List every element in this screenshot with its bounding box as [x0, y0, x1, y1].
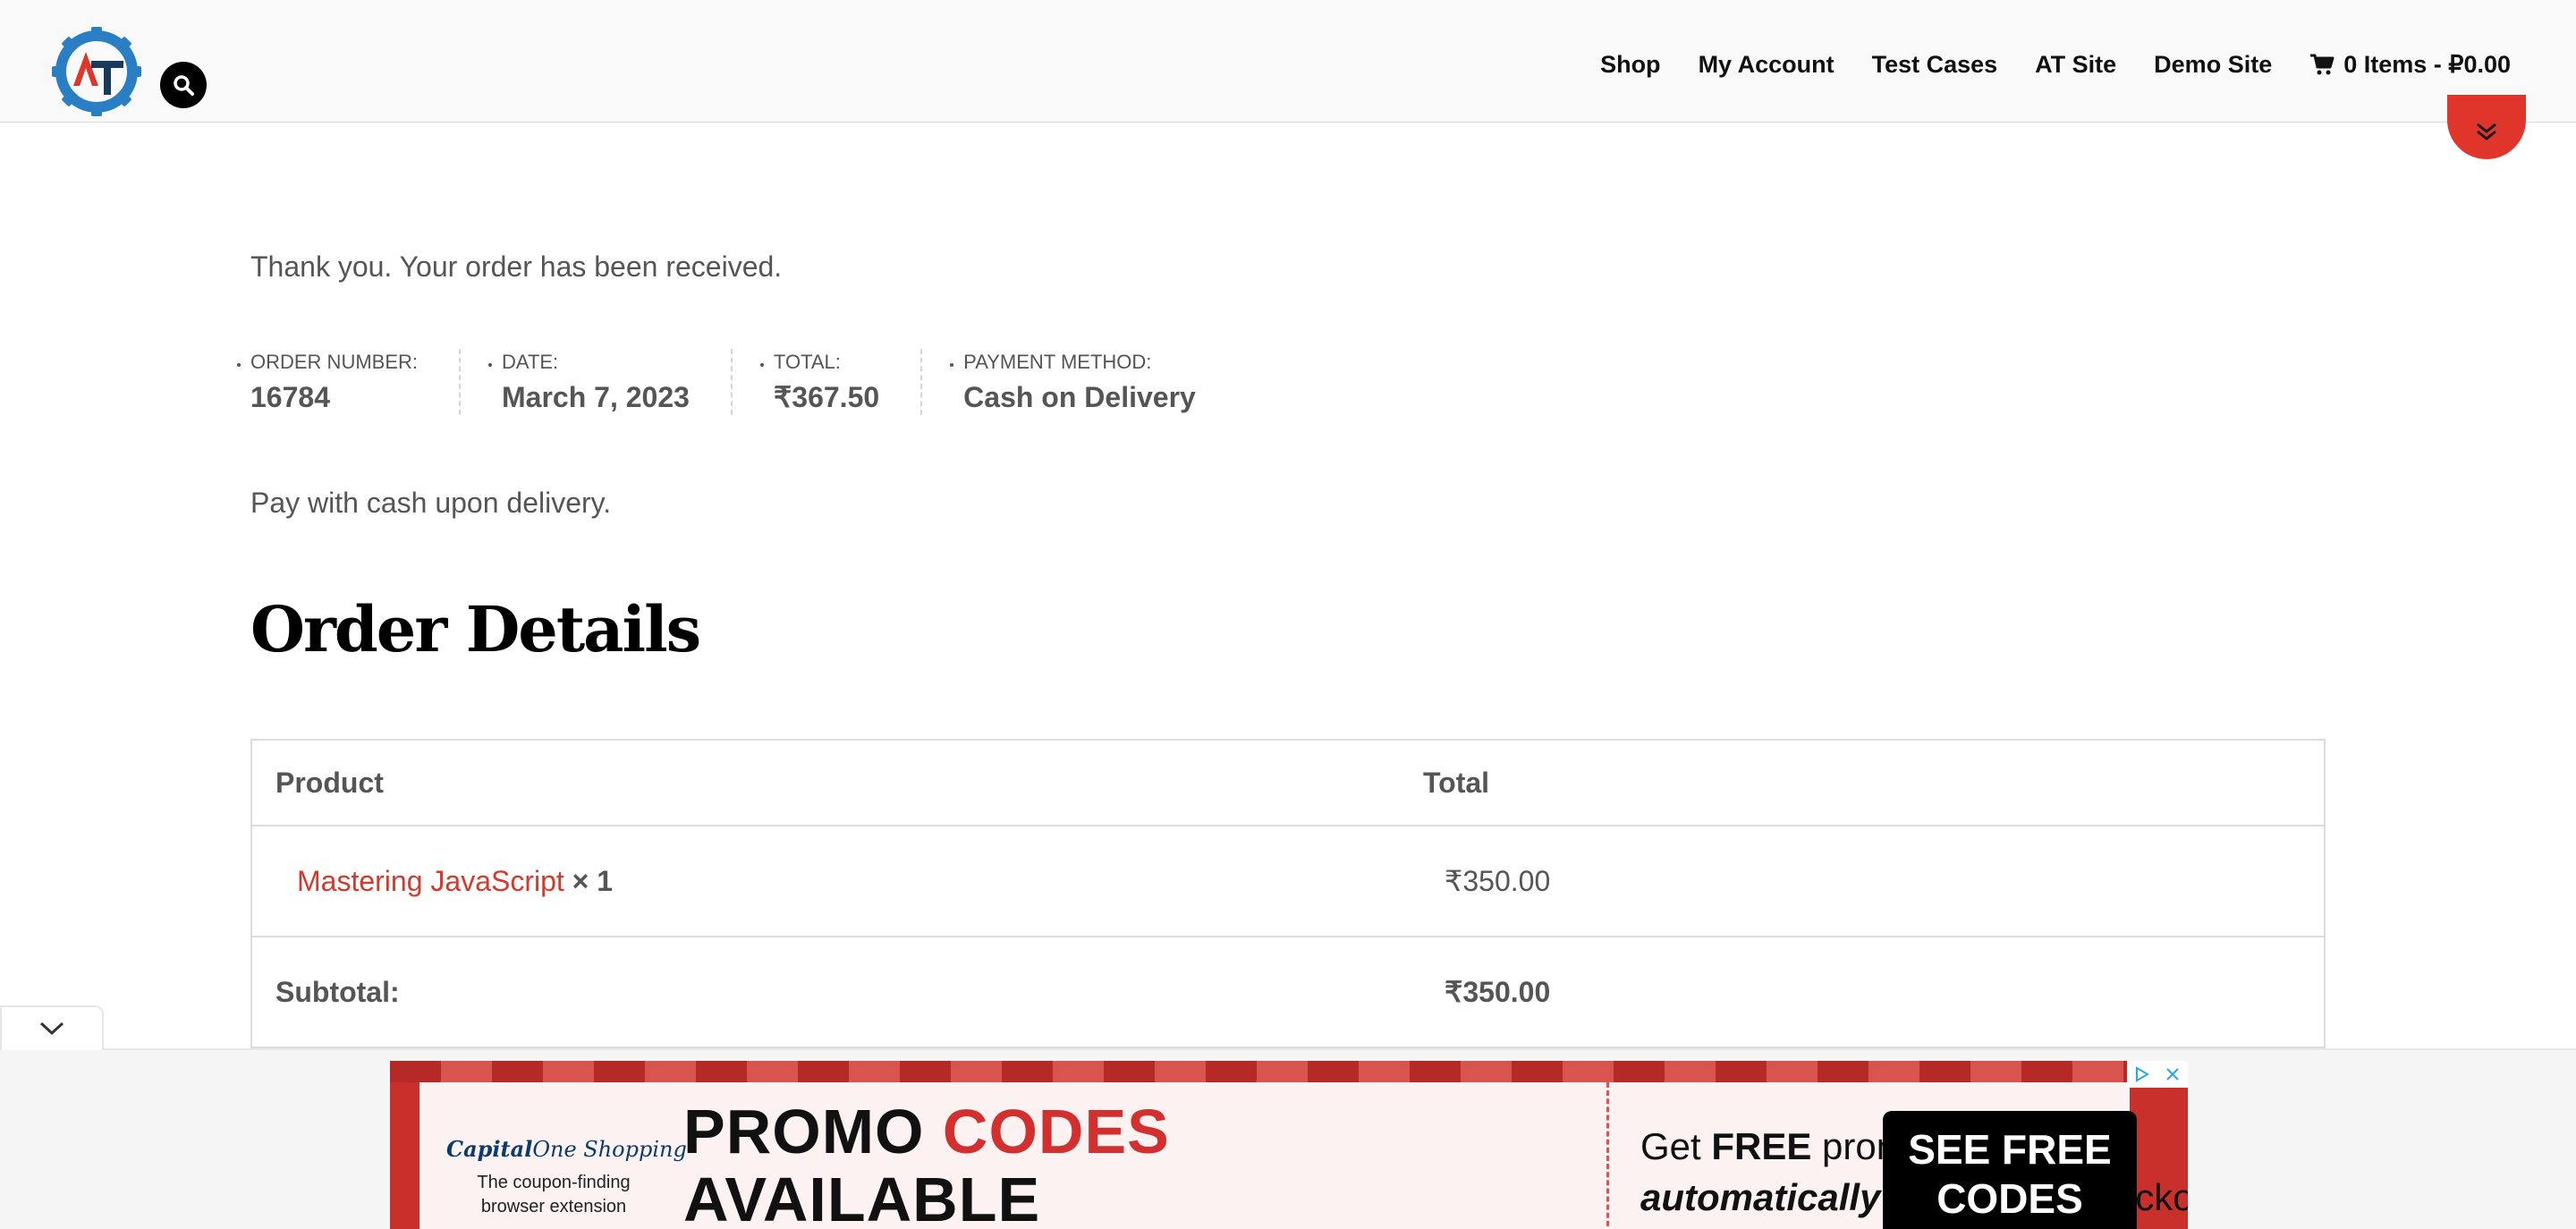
column-header-product: Product — [275, 766, 384, 799]
payment-note: Pay with cash upon delivery. — [250, 487, 612, 519]
overview-label: Order number: — [250, 351, 419, 373]
ad-brand-logo: CapitalOne Shopping The coupon-finding b… — [446, 1136, 687, 1219]
overview-value: Cash on Delivery — [963, 381, 1196, 413]
column-header-total: Total — [1423, 766, 1490, 799]
ad-collapse-button[interactable] — [0, 1005, 104, 1050]
nav-cart[interactable]: 0 Items - ₽0.00 — [2309, 51, 2511, 79]
table-header-row: Product Total — [251, 740, 2325, 826]
overview-order-number: Order number: 16784 — [250, 349, 462, 415]
chevron-down-icon — [39, 1021, 64, 1036]
chevron-double-down-icon — [2477, 123, 2496, 140]
overview-date: Date: March 7, 2023 — [502, 349, 733, 415]
ad-brand-name: CapitalOne Shopping — [446, 1136, 687, 1162]
order-overview: Order number: 16784 Date: March 7, 2023 … — [250, 349, 1278, 415]
ad-cta-button[interactable]: SEE FREE CODES — [1883, 1111, 2137, 1229]
search-button[interactable] — [160, 62, 207, 108]
overview-payment-method: Payment method: Cash on Delivery — [963, 349, 1237, 415]
product-link[interactable]: Mastering JavaScript — [297, 865, 564, 897]
product-quantity: × 1 — [572, 864, 614, 897]
overview-value: ₹367.50 — [773, 381, 880, 413]
overview-label: Total: — [773, 351, 841, 373]
product-cell: Mastering JavaScript × 1 — [251, 825, 1400, 937]
header-toggle-button[interactable] — [2447, 95, 2526, 159]
order-details-title: Order Details — [250, 592, 701, 666]
adchoices-icon — [2136, 1066, 2149, 1082]
overview-value: March 7, 2023 — [502, 381, 690, 413]
ad-divider — [1606, 1082, 1609, 1229]
ad-brand-tagline: The coupon-finding browser extension — [477, 1173, 631, 1216]
ad-banner[interactable]: CapitalOne Shopping The coupon-finding b… — [390, 1061, 2188, 1229]
site-logo[interactable] — [50, 25, 143, 118]
search-icon — [174, 75, 194, 96]
main-nav: Shop My Account Test Cases AT Site Demo … — [1563, 47, 2511, 82]
order-received-notice: Thank you. Your order has been received. — [250, 250, 783, 283]
subtotal-value: ₹350.00 — [1400, 936, 2325, 1047]
ad-headline: PROMO CODES — [683, 1097, 1170, 1166]
overview-label: Payment method: — [963, 351, 1152, 373]
subtotal-label: Subtotal: — [251, 936, 1400, 1047]
order-details-table: Product Total Mastering JavaScript × 1 ₹… — [250, 739, 2326, 1048]
cart-label: 0 Items - ₽0.00 — [2343, 50, 2511, 78]
product-total: ₹350.00 — [1400, 825, 2325, 937]
subtotal-row: Subtotal: ₹350.00 — [251, 936, 2325, 1047]
nav-at-site[interactable]: AT Site — [2035, 51, 2116, 79]
close-icon — [2166, 1068, 2179, 1081]
gear-logo-icon — [52, 27, 141, 116]
table-row: Mastering JavaScript × 1 ₹350.00 — [251, 825, 2325, 937]
nav-test-cases[interactable]: Test Cases — [1872, 51, 1998, 79]
nav-shop[interactable]: Shop — [1600, 51, 1661, 79]
overview-label: Date: — [502, 351, 559, 373]
ad-headline-line2: AVAILABLE — [683, 1165, 1041, 1229]
ad-content: CapitalOne Shopping The coupon-finding b… — [419, 1082, 2188, 1229]
nav-my-account[interactable]: My Account — [1699, 51, 1835, 79]
ad-stripes — [390, 1061, 2188, 1082]
cart-icon — [2309, 53, 2334, 76]
nav-demo-site[interactable]: Demo Site — [2154, 51, 2272, 79]
site-header: Shop My Account Test Cases AT Site Demo … — [0, 0, 2576, 123]
adchoices-button[interactable] — [2127, 1061, 2157, 1088]
overview-total: Total: ₹367.50 — [773, 349, 923, 415]
ad-close-button[interactable] — [2157, 1061, 2188, 1088]
overview-value: 16784 — [250, 381, 330, 413]
